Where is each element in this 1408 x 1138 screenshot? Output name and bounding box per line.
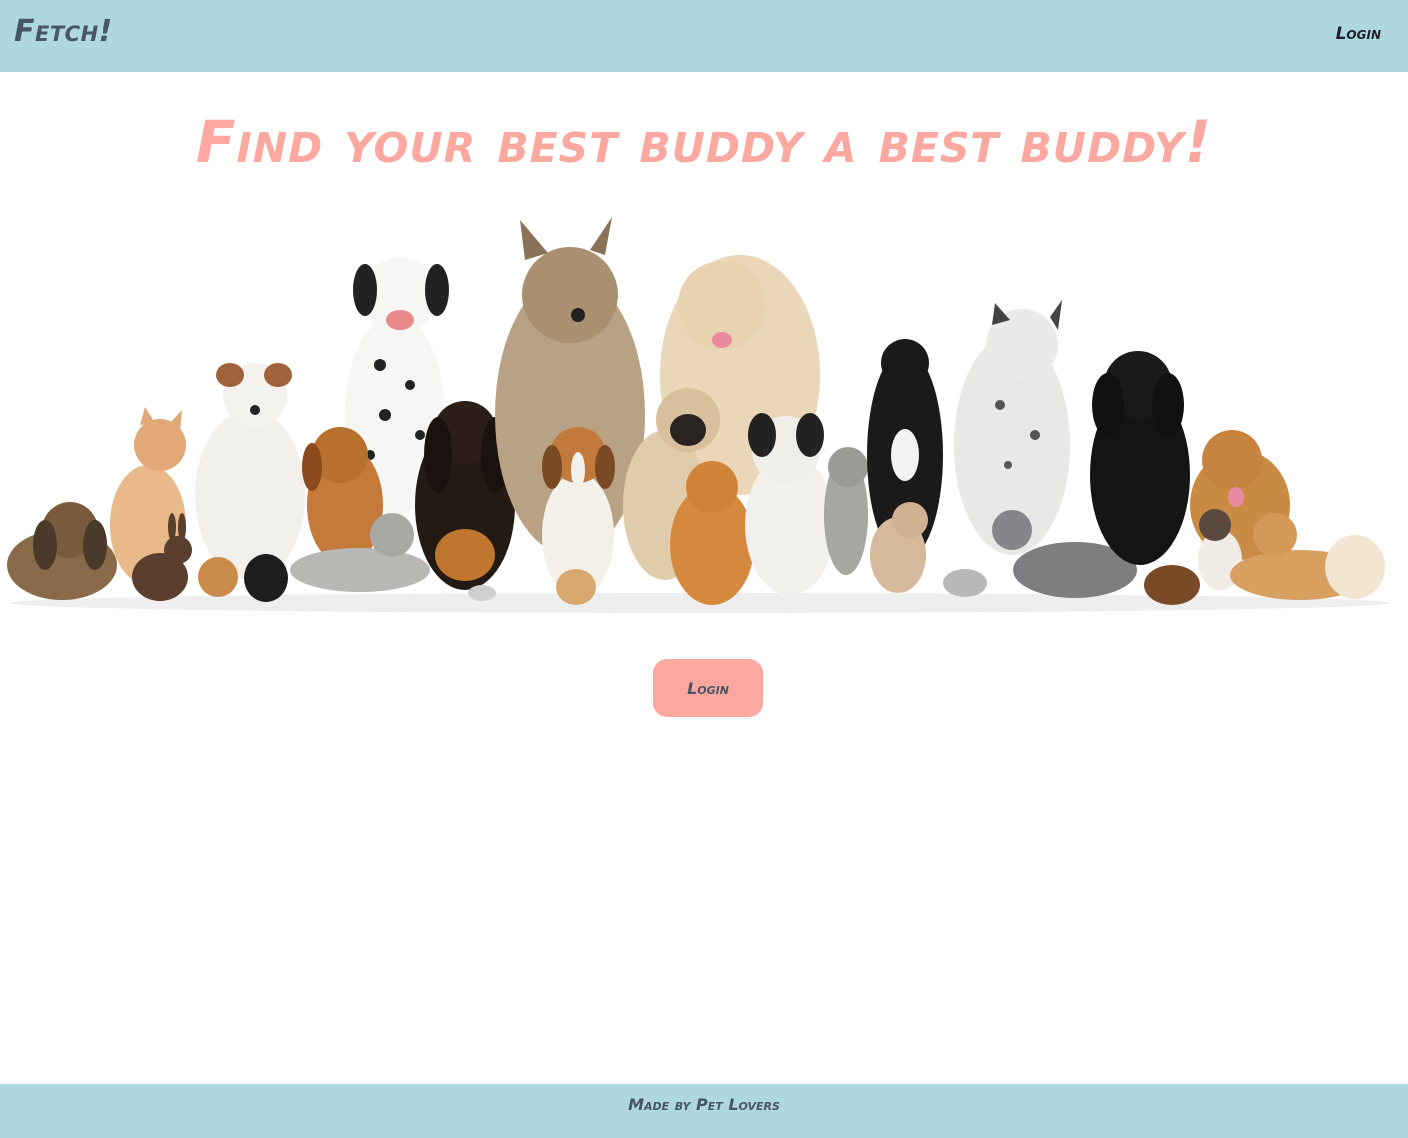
pet-jack-russell [195, 363, 305, 580]
navbar: Fetch! Login [0, 0, 1408, 72]
pet-hamster [943, 569, 987, 597]
pet-guinea-pig-2 [244, 554, 288, 602]
pet-silver-tabby [824, 447, 868, 575]
pet-yorkie [7, 502, 117, 600]
pet-mouse [468, 585, 496, 601]
pet-guinea-pig-3 [1144, 565, 1200, 605]
footer: Made by Pet Lovers [0, 1084, 1408, 1138]
page-headline: Find your best buddy a best buddy! [195, 108, 1213, 176]
pets-hero-image [0, 205, 1408, 615]
footer-credit: Made by Pet Lovers [628, 1095, 780, 1114]
pet-poodle [1090, 351, 1190, 565]
login-button[interactable]: Login [653, 659, 763, 717]
nav-login-link[interactable]: Login [1336, 24, 1381, 44]
pet-guinea-pig-1 [198, 557, 238, 597]
pet-small-rabbit [556, 569, 596, 605]
pet-french-bulldog [745, 413, 835, 595]
brand-logo[interactable]: Fetch! [14, 14, 113, 49]
